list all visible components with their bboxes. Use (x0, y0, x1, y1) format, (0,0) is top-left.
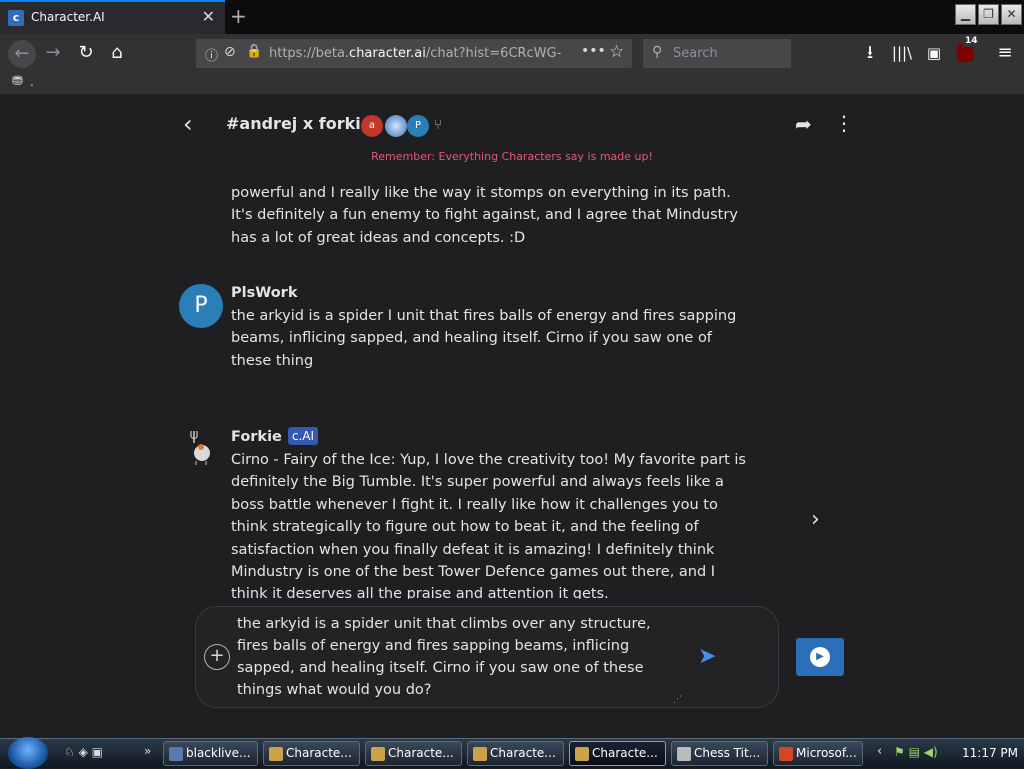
start-button[interactable] (8, 737, 48, 769)
tab-title: Character.AI (31, 10, 105, 24)
participant-avatar[interactable]: a (361, 115, 383, 137)
page-actions-icon[interactable]: ••• (581, 43, 606, 59)
message-composer[interactable]: + the arkyid is a spider unit that climb… (195, 606, 779, 708)
resize-grip-icon[interactable]: ⋰ (673, 695, 682, 705)
fork-icon: ⑂ (434, 118, 442, 133)
sidebar-icon[interactable]: ▣ (923, 42, 945, 64)
library-icon[interactable]: |||\ (891, 42, 913, 64)
bookmark-label[interactable]: . (30, 75, 34, 89)
message-text: Cirno - Fairy of the Ice: Yup, I love th… (231, 452, 746, 599)
quicklaunch-overflow-icon[interactable]: » (144, 744, 151, 758)
more-options-icon[interactable]: ⋮ (834, 111, 854, 135)
taskbar-button-label: Characte... (286, 746, 352, 760)
info-icon[interactable]: ⓘ (205, 45, 218, 64)
url-domain: character.ai (349, 46, 426, 61)
navigation-toolbar: ← → ↻ ⌂ ⓘ ⊘ 🔒 https://beta.character.ai/… (0, 34, 1024, 72)
taskbar-button[interactable]: Characte... (467, 741, 564, 766)
share-icon[interactable]: ➦ (795, 112, 812, 136)
reminder-text: Remember: Everything Characters say is m… (371, 150, 653, 163)
taskbar-button[interactable]: Characte... (365, 741, 462, 766)
send-icon[interactable]: ➤ (698, 644, 716, 669)
forkie-avatar[interactable] (184, 427, 218, 467)
quick-launch-icons[interactable]: ♘ ◈ ▣ (64, 745, 103, 759)
url-text[interactable]: https://beta.character.ai/chat?hist=6CRc… (269, 46, 561, 61)
voice-button[interactable]: ▶ (796, 638, 844, 676)
taskbar-button[interactable]: Chess Tit... (671, 741, 768, 766)
taskbar-button[interactable]: Characte... (569, 741, 666, 766)
menu-hamburger-icon[interactable]: ≡ (994, 42, 1016, 64)
bookmarks-toolbar: ⛃ . (0, 72, 1024, 94)
avatar[interactable]: P (179, 284, 223, 328)
url-prefix: https://beta. (269, 46, 350, 61)
message-sender: Forkie c.AI (231, 427, 319, 445)
character-ai-favicon-icon: c (8, 10, 24, 26)
play-icon: ▶ (810, 647, 830, 667)
url-suffix: /chat?hist=6CRcWG- (425, 46, 562, 61)
search-icon: ⚲ (652, 44, 663, 60)
reload-icon[interactable]: ↻ (75, 42, 97, 64)
participant-avatar[interactable]: P (407, 115, 429, 137)
home-icon[interactable]: ⌂ (106, 42, 128, 64)
address-bar[interactable]: ⓘ ⊘ 🔒 https://beta.character.ai/chat?his… (196, 39, 632, 68)
chat-page: ‹ #andrej x forkies a P ⑂ Remember: Ever… (0, 94, 1024, 738)
taskbar-button-label: Characte... (388, 746, 454, 760)
windows-taskbar: ♘ ◈ ▣ » blacklive... Characte... Charact… (0, 737, 1024, 769)
message-text: powerful and I really like the way it st… (231, 185, 738, 246)
lock-icon: 🔒 (246, 44, 263, 59)
bookmark-star-icon[interactable]: ☆ (609, 42, 624, 62)
taskbar-button-label: Characte... (490, 746, 556, 760)
taskbar-button-label: Microsof... (796, 746, 857, 760)
forkie-sender-name: Forkie (231, 429, 282, 445)
taskbar-button[interactable]: blacklive... (163, 741, 258, 766)
taskbar-button[interactable]: Characte... (263, 741, 360, 766)
taskbar-button[interactable]: Microsof... (773, 741, 863, 766)
close-tab-icon[interactable]: ✕ (202, 7, 215, 26)
tray-expand-icon[interactable]: ‹ (877, 744, 882, 759)
tracking-protection-icon[interactable]: ⊘ (224, 44, 236, 60)
back-chevron-icon[interactable]: ‹ (183, 110, 193, 138)
new-tab-button[interactable]: + (230, 4, 247, 28)
participant-avatar[interactable] (385, 115, 407, 137)
bookmark-favicon-icon[interactable]: ⛃ (12, 74, 23, 89)
taskbar-button-label: Characte... (592, 746, 658, 760)
taskbar-button-label: Chess Tit... (694, 746, 761, 760)
next-response-chevron-icon[interactable]: › (811, 507, 820, 532)
participant-avatar-forkie[interactable]: ⑂ (429, 115, 447, 137)
cai-badge: c.AI (287, 427, 319, 445)
downloads-icon[interactable]: ⭳ (859, 42, 881, 64)
extension-badge: 14 (963, 36, 980, 47)
search-field[interactable]: ⚲ Search (643, 39, 791, 68)
system-clock[interactable]: 11:17 PM (962, 746, 1018, 760)
minimize-window-button[interactable]: ▁ (955, 4, 976, 25)
search-placeholder: Search (673, 46, 718, 61)
taskbar-button-label: blacklive... (186, 746, 251, 760)
message-sender: PlsWork (231, 285, 298, 301)
restore-window-button[interactable]: ❐ (978, 4, 999, 25)
add-attachment-icon[interactable]: + (204, 644, 230, 670)
message-text: the arkyid is a spider I unit that fires… (231, 308, 737, 369)
back-icon[interactable]: ← (8, 40, 36, 68)
tray-icons[interactable]: ⚑ ▤ ◀) (894, 745, 938, 759)
browser-tab[interactable]: c Character.AI ✕ (0, 0, 225, 34)
chat-title: #andrej x forkies (226, 114, 382, 133)
ublock-extension-icon[interactable]: 14 (955, 36, 980, 64)
message-input[interactable]: the arkyid is a spider unit that climbs … (237, 613, 673, 701)
fork-character-icon (190, 431, 210, 465)
forward-icon[interactable]: → (42, 42, 64, 64)
close-window-button[interactable]: ✕ (1001, 4, 1022, 25)
browser-titlebar: c Character.AI ✕ + ▁ ❐ ✕ (0, 0, 1024, 34)
chat-header: ‹ #andrej x forkies a P ⑂ Remember: Ever… (0, 94, 1024, 174)
